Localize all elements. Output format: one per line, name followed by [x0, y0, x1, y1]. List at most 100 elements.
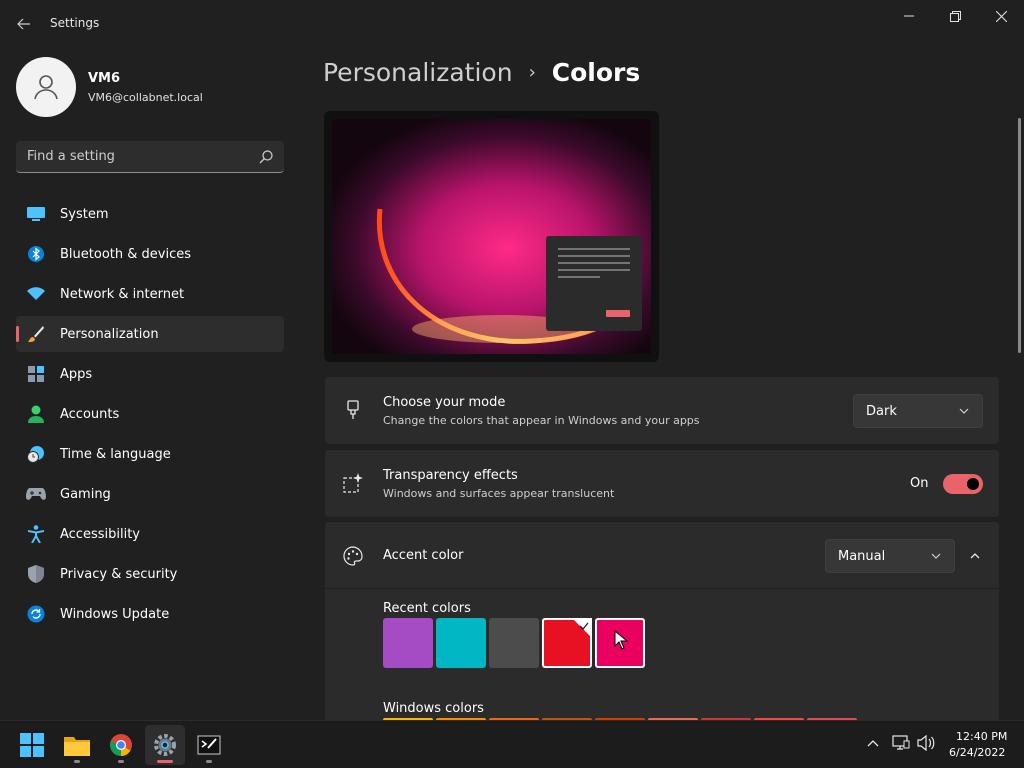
color-swatch-selected[interactable]	[542, 618, 592, 668]
volume-icon	[917, 735, 935, 751]
mode-value: Dark	[866, 403, 897, 419]
checkmark-icon	[579, 622, 589, 630]
sidebar-item-label: Network & internet	[60, 286, 185, 302]
transparency-description: Windows and surfaces appear translucent	[383, 487, 615, 500]
chrome-button[interactable]	[101, 725, 141, 765]
person-icon	[34, 75, 58, 100]
network-tray-button[interactable]	[892, 734, 910, 752]
sidebar-item-label: System	[60, 206, 109, 222]
settings-app-icon	[154, 734, 176, 756]
chevron-down-icon	[959, 408, 969, 414]
shield-icon	[26, 564, 46, 584]
sidebar-nav: System Bluetooth & devices Network & int…	[16, 196, 284, 636]
chevron-down-icon	[931, 553, 941, 559]
sidebar-item-label: Personalization	[60, 326, 159, 342]
search-box[interactable]	[16, 141, 284, 173]
sidebar-item-accounts[interactable]: Accounts	[16, 396, 284, 432]
recent-colors-title: Recent colors	[383, 601, 471, 616]
sidebar-item-system[interactable]: System	[16, 196, 284, 232]
sidebar-item-label: Bluetooth & devices	[60, 246, 191, 262]
accent-value: Manual	[838, 548, 886, 564]
sidebar-item-label: Windows Update	[60, 606, 170, 622]
sidebar-item-gaming[interactable]: Gaming	[16, 476, 284, 512]
accessibility-icon	[26, 524, 46, 544]
mode-description: Change the colors that appear in Windows…	[383, 414, 700, 427]
chevron-up-icon	[867, 740, 879, 747]
color-swatch[interactable]	[489, 618, 539, 668]
minimize-icon	[904, 15, 914, 17]
transparency-card: Transparency effects Windows and surface…	[325, 450, 999, 517]
transparency-toggle[interactable]	[943, 474, 983, 494]
restore-button[interactable]	[932, 0, 978, 32]
title-bar: Settings	[0, 0, 1024, 48]
preview-window	[546, 236, 642, 331]
transparency-state-label: On	[910, 476, 929, 491]
sidebar-item-label: Accounts	[60, 406, 120, 422]
avatar[interactable]	[16, 57, 76, 117]
sidebar-item-privacy[interactable]: Privacy & security	[16, 556, 284, 592]
search-input[interactable]	[16, 141, 256, 172]
chrome-icon	[110, 734, 132, 756]
mode-dropdown[interactable]: Dark	[853, 394, 983, 428]
volume-button[interactable]	[917, 734, 935, 752]
sidebar-item-network[interactable]: Network & internet	[16, 276, 284, 312]
user-email: VM6@collabnet.local	[88, 91, 203, 104]
wifi-icon	[26, 284, 46, 304]
file-explorer-icon	[64, 737, 90, 756]
sidebar-item-label: Privacy & security	[60, 566, 178, 582]
accent-title: Accent color	[383, 548, 464, 563]
terminal-app-icon	[197, 735, 221, 755]
app-title: Settings	[50, 16, 100, 30]
windows-colors-title: Windows colors	[383, 701, 484, 716]
breadcrumb-separator: ›	[528, 62, 536, 83]
terminal-button[interactable]	[189, 725, 229, 765]
color-swatch[interactable]	[383, 618, 433, 668]
paintbrush-icon	[343, 400, 363, 420]
clock-date: 6/24/2022	[949, 746, 1006, 759]
chevron-up-icon	[970, 553, 980, 559]
breadcrumb: Personalization › Colors	[323, 58, 640, 87]
gamepad-icon	[26, 484, 46, 504]
accent-dropdown[interactable]: Manual	[825, 539, 955, 573]
running-indicator	[74, 760, 80, 763]
sidebar-item-windows-update[interactable]: Windows Update	[16, 596, 284, 632]
page-title: Colors	[551, 58, 641, 87]
sidebar-item-label: Apps	[60, 366, 93, 382]
sidebar-item-personalization[interactable]: Personalization	[16, 316, 284, 352]
search-icon[interactable]	[258, 149, 274, 165]
running-indicator	[206, 760, 212, 763]
update-icon	[26, 604, 46, 624]
minimize-button[interactable]	[886, 0, 932, 32]
apps-icon	[26, 364, 46, 384]
color-swatch[interactable]	[436, 618, 486, 668]
start-button[interactable]	[12, 725, 52, 765]
close-icon	[995, 10, 1007, 22]
sidebar-item-accessibility[interactable]: Accessibility	[16, 516, 284, 552]
breadcrumb-parent[interactable]: Personalization	[323, 58, 513, 87]
mode-title: Choose your mode	[383, 395, 506, 410]
user-name: VM6	[88, 71, 121, 86]
scrollbar-thumb[interactable]	[1018, 118, 1021, 353]
person-icon	[26, 404, 46, 424]
back-button[interactable]	[12, 12, 36, 36]
sidebar-item-label: Time & language	[60, 446, 171, 462]
file-explorer-button[interactable]	[57, 725, 97, 765]
sidebar-item-label: Accessibility	[60, 526, 140, 542]
sidebar-item-apps[interactable]: Apps	[16, 356, 284, 392]
sparkle-icon	[343, 473, 363, 493]
brush-icon	[26, 324, 46, 344]
mouse-cursor-icon	[614, 630, 628, 650]
toggle-knob	[967, 478, 979, 490]
back-arrow-icon	[17, 18, 30, 30]
show-hidden-icons-button[interactable]	[864, 734, 882, 752]
settings-taskbar-button[interactable]	[145, 725, 185, 765]
collapse-button[interactable]	[963, 544, 987, 568]
sidebar-item-time-language[interactable]: Time & language	[16, 436, 284, 472]
start-icon	[20, 733, 44, 757]
running-indicator	[157, 760, 173, 763]
close-button[interactable]	[978, 0, 1024, 32]
sidebar-item-bluetooth[interactable]: Bluetooth & devices	[16, 236, 284, 272]
network-monitor-icon	[892, 735, 910, 750]
clock-globe-icon	[26, 444, 46, 464]
sidebar-item-label: Gaming	[60, 486, 111, 502]
